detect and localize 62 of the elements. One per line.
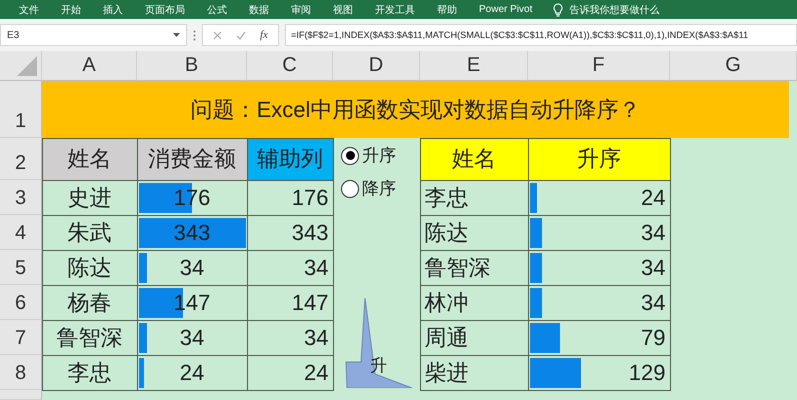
column-header[interactable]: G xyxy=(670,51,797,81)
menu-tab[interactable]: 插入 xyxy=(92,2,134,17)
row-header[interactable]: 4 xyxy=(0,215,42,250)
value-text: 34 xyxy=(641,220,666,246)
row-header[interactable]: 7 xyxy=(0,320,42,355)
value-text: 34 xyxy=(641,254,666,280)
table-cell: 柴进 xyxy=(420,354,528,390)
menu-tab[interactable]: 帮助 xyxy=(426,2,468,17)
menu-tab[interactable]: 公式 xyxy=(196,2,238,17)
value-text: 79 xyxy=(641,324,666,350)
amount-text: 24 xyxy=(180,360,204,386)
radio-button[interactable] xyxy=(341,180,359,198)
table-cell: 24 xyxy=(246,354,334,390)
header-cell: 升序 xyxy=(528,138,670,180)
header-cell: 姓名 xyxy=(42,138,138,180)
menu-tab[interactable]: Power Pivot xyxy=(468,4,544,16)
radio-option[interactable]: 升序 xyxy=(341,144,420,167)
name-box[interactable]: E3 xyxy=(0,24,187,46)
radio-option[interactable]: 降序 xyxy=(341,177,420,200)
column-header[interactable]: C xyxy=(247,51,333,81)
radio-label: 升序 xyxy=(362,145,396,167)
column-header[interactable]: E xyxy=(420,51,528,81)
radio-label: 降序 xyxy=(362,178,396,200)
row-header[interactable]: 8 xyxy=(0,355,42,390)
column-header[interactable]: A xyxy=(42,51,137,81)
header-cell: 辅助列 xyxy=(246,138,334,180)
menu-tab[interactable]: 文件 xyxy=(8,2,50,17)
table-cell: 李忠 xyxy=(42,354,138,390)
header-cell: 消费金额 xyxy=(136,138,248,180)
row-header[interactable]: 3 xyxy=(0,180,42,215)
row-header[interactable]: 2 xyxy=(0,138,42,180)
cancel-icon[interactable] xyxy=(213,30,222,40)
amount-text: 34 xyxy=(180,254,204,280)
amount-text: 343 xyxy=(174,220,210,246)
select-all-triangle-icon[interactable] xyxy=(17,56,37,76)
column-header[interactable]: F xyxy=(528,51,670,81)
check-icon[interactable] xyxy=(236,30,246,40)
lightbulb-icon xyxy=(553,2,564,17)
value-text: 34 xyxy=(641,290,666,316)
menu-tab[interactable]: 数据 xyxy=(238,2,280,17)
menu-tab[interactable]: 页面布局 xyxy=(134,2,196,17)
value-text: 129 xyxy=(628,360,666,386)
header-cell: 姓名 xyxy=(420,138,528,180)
menu-tab[interactable]: 审阅 xyxy=(280,2,322,17)
menu-tab[interactable]: 开始 xyxy=(50,2,92,17)
row-header[interactable]: 1 xyxy=(0,81,42,138)
column-header[interactable]: D xyxy=(333,51,420,81)
row-header[interactable]: 6 xyxy=(0,285,42,320)
menu-tab[interactable]: 开发工具 xyxy=(364,2,426,17)
tell-me-search[interactable]: 告诉我你想要做什么 xyxy=(569,2,660,17)
dropdown-caret-icon xyxy=(173,33,180,38)
column-header[interactable]: B xyxy=(137,51,247,81)
amount-text: 34 xyxy=(180,324,204,350)
callout-text: 升 xyxy=(370,355,387,377)
title-banner: 问题：Excel中用函数实现对数据自动升降序？ xyxy=(42,81,789,138)
value-text: 24 xyxy=(641,184,666,210)
grip-dots-icon xyxy=(193,30,196,41)
menu-tab[interactable]: 视图 xyxy=(322,2,364,17)
radio-button[interactable] xyxy=(341,146,359,164)
row-header[interactable]: 5 xyxy=(0,250,42,285)
formula-field[interactable]: =IF($F$2=1,INDEX($A$3:$A$11,MATCH(SMALL($C$3:$C$11,ROW(A1)),$C$3:$C$11,0),1),INDEX($A$3:$A$11 xyxy=(284,24,797,46)
insert-function-button[interactable]: fx xyxy=(260,29,268,42)
